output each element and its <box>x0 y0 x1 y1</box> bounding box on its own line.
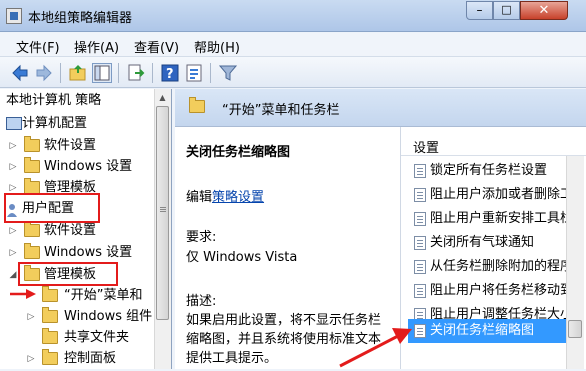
expand-icon[interactable]: ▷ <box>26 347 36 371</box>
list-item-label: 从任务栏删除附加的程序 <box>430 259 566 274</box>
folder-icon <box>42 349 58 365</box>
tree-item-label: 控制面板 <box>64 351 117 366</box>
minimize-button[interactable]: – <box>466 1 493 20</box>
annotation-box-admin-templates <box>18 262 118 286</box>
computer-icon <box>6 117 22 130</box>
list-item-label: 关闭任务栏缩略图 <box>430 323 535 338</box>
scroll-up-icon[interactable]: ▲ <box>154 89 171 106</box>
forward-icon[interactable] <box>34 63 54 83</box>
export-list-icon[interactable] <box>126 63 146 83</box>
policy-icon <box>414 236 426 250</box>
toolbar-separator <box>152 63 153 83</box>
policy-icon <box>414 212 426 226</box>
list-item[interactable]: 阻止用户将任务栏移动到 <box>408 279 566 303</box>
toolbar: ? <box>0 57 586 88</box>
properties-icon[interactable] <box>184 63 204 83</box>
list-item[interactable]: 从任务栏删除附加的程序 <box>408 255 566 279</box>
description-label: 描述: <box>186 294 217 309</box>
toolbar-separator <box>210 63 211 83</box>
maximize-button[interactable]: □ <box>493 1 520 20</box>
folder-icon <box>42 328 58 344</box>
list-item-label: 阻止用户添加或者删除工 <box>430 187 566 202</box>
back-icon[interactable] <box>10 63 30 83</box>
tree-computer-config-label: 计算机配置 <box>22 116 88 131</box>
menu-bar: 文件(F) 操作(A) 查看(V) 帮助(H) <box>0 33 586 57</box>
annotation-arrow-icon <box>10 289 36 299</box>
folder-icon <box>24 243 40 259</box>
list-item[interactable]: 阻止用户重新安排工具栏 <box>408 207 566 231</box>
list-item[interactable]: 阻止用户添加或者删除工 <box>408 183 566 207</box>
list-column-header[interactable]: 设置 <box>401 132 586 156</box>
folder-icon <box>24 157 40 173</box>
list-scrollbar-thumb[interactable] <box>568 320 582 338</box>
filter-icon[interactable] <box>218 63 238 83</box>
list-item-label: 阻止用户将任务栏移动到 <box>430 283 566 298</box>
details-header-title: “开始”菜单和任务栏 <box>222 103 340 118</box>
toolbar-separator <box>60 63 61 83</box>
app-icon <box>6 8 22 24</box>
svg-text:?: ? <box>166 67 174 82</box>
folder-icon <box>42 286 58 302</box>
list-item[interactable]: 锁定所有任务栏设置 <box>408 159 566 183</box>
tree-root-label: 本地计算机 策略 <box>6 93 102 108</box>
column-header-setting: 设置 <box>413 141 440 156</box>
folder-icon <box>42 307 58 323</box>
window-title: 本地组策略编辑器 <box>28 11 133 26</box>
policy-icon <box>414 284 426 298</box>
policy-icon <box>414 188 426 202</box>
menu-help[interactable]: 帮助(H) <box>194 37 240 56</box>
help-icon[interactable]: ? <box>160 63 180 83</box>
folder-icon <box>189 97 205 113</box>
annotation-arrow-icon <box>339 328 412 368</box>
expand-icon[interactable]: ▷ <box>8 241 18 265</box>
policy-icon <box>414 164 426 178</box>
policy-settings-link[interactable]: 策略设置 <box>212 190 264 205</box>
close-button[interactable]: ✕ <box>520 1 568 20</box>
tree-pane: 本地计算机 策略 计算机配置 ▷ 软件设置 ▷ Windows 设置 ▷ 管理模… <box>0 89 172 369</box>
collapse-icon[interactable]: ◢ <box>8 263 18 287</box>
edit-prefix: 编辑 <box>186 190 213 205</box>
show-hide-tree-icon[interactable] <box>92 63 112 83</box>
description-line: 提供工具提示。 <box>186 351 278 366</box>
folder-icon <box>24 136 40 152</box>
list-item-label: 关闭所有气球通知 <box>430 235 535 250</box>
list-item-label: 锁定所有任务栏设置 <box>430 163 548 178</box>
expand-icon[interactable]: ▷ <box>26 305 36 329</box>
edit-line: 编辑策略设置 <box>186 186 264 205</box>
folder-icon <box>24 221 40 237</box>
list-item-label: 阻止用户重新安排工具栏 <box>430 211 566 226</box>
menu-action[interactable]: 操作(A) <box>74 37 119 56</box>
annotation-box-user-config <box>4 193 100 223</box>
policy-title: 关闭任务栏缩略图 <box>186 145 291 160</box>
tree-scrollbar-thumb[interactable] <box>156 106 169 320</box>
menu-view[interactable]: 查看(V) <box>134 37 179 56</box>
list-item[interactable]: 关闭所有气球通知 <box>408 231 566 255</box>
menu-file[interactable]: 文件(F) <box>16 37 60 56</box>
up-folder-icon[interactable] <box>68 63 88 83</box>
list-item-selected[interactable]: 关闭任务栏缩略图 <box>408 319 566 343</box>
requirements-label: 要求: <box>186 230 217 245</box>
toolbar-separator <box>118 63 119 83</box>
policy-icon <box>414 260 426 274</box>
requirements-value: 仅 Windows Vista <box>186 250 298 265</box>
